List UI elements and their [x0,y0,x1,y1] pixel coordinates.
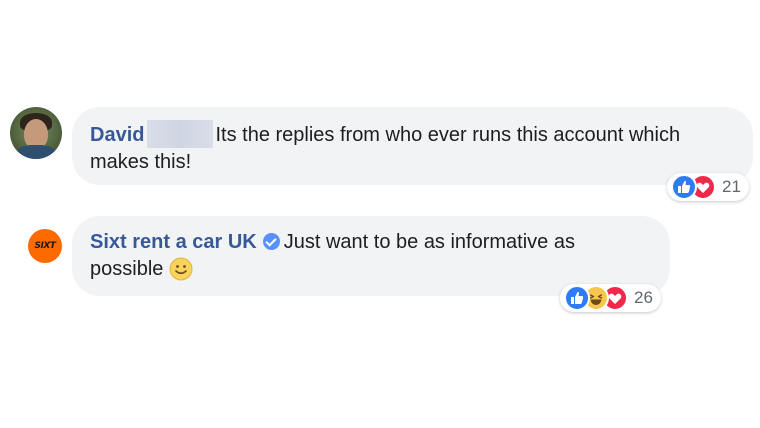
comment-author-link[interactable]: David [90,124,144,146]
like-icon [564,285,590,311]
comment-author-link[interactable]: Sixt rent a car UK [90,231,257,253]
smile-emoji-icon [169,257,193,281]
reaction-count: 21 [722,177,741,196]
avatar-david[interactable] [10,107,62,159]
like-icon [671,174,697,200]
avatar-shirt [16,145,56,159]
comments-section: David Its the replies from who ever runs … [0,0,760,428]
redacted-surname [147,120,214,148]
comment-bubble: David Its the replies from who ever runs … [72,107,753,185]
verified-badge-icon [262,233,280,250]
reaction-count: 26 [634,288,653,307]
avatar-sixt[interactable]: SIXT [28,229,62,263]
sixt-logo: SIXT [34,241,56,251]
reactions-summary[interactable]: 26 [560,284,661,312]
reactions-summary[interactable]: 21 [667,173,749,201]
